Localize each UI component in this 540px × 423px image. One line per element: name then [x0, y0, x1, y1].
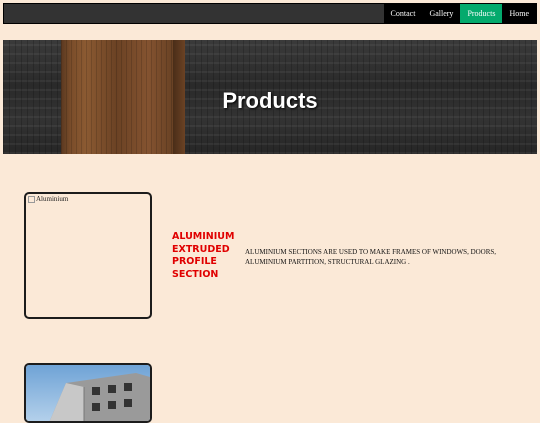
product-heading: ALUMINIUM EXTRUDED PROFILE SECTION: [172, 231, 235, 280]
nav-link-products[interactable]: Products: [460, 4, 503, 23]
product-description: ALUMINIUM SECTIONS ARE USED TO MAKE FRAM…: [245, 248, 497, 266]
nav-links: Contact Gallery Products Home: [383, 4, 536, 23]
nav-link-gallery[interactable]: Gallery: [422, 4, 461, 23]
nav-link-home[interactable]: Home: [502, 4, 536, 23]
top-navbar: Contact Gallery Products Home: [3, 3, 537, 24]
product-image-card-2: [24, 363, 152, 423]
building-photo: [26, 365, 150, 421]
hero-title: Products: [222, 88, 318, 113]
product-image-card: Aluminium: [24, 192, 152, 319]
nav-link-contact[interactable]: Contact: [383, 4, 423, 23]
hero-banner: Products: [3, 40, 537, 154]
broken-image-icon: Aluminium: [28, 195, 68, 203]
